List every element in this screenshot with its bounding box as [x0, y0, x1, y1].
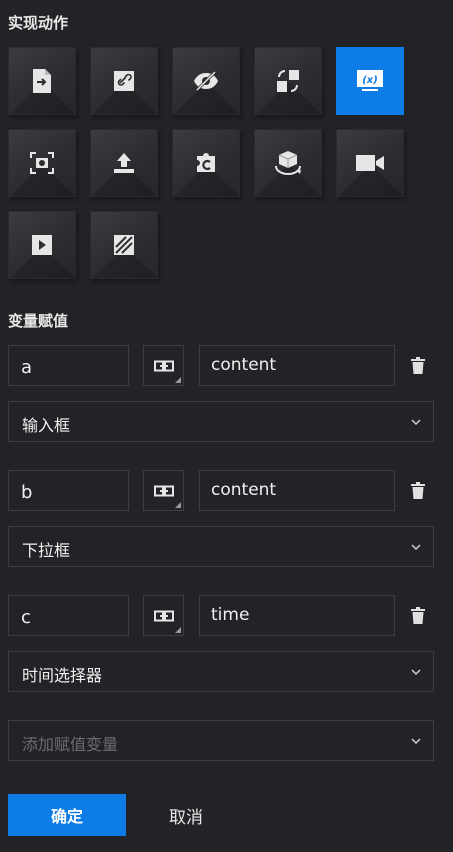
component-select-value: 时间选择器 — [22, 666, 103, 685]
page-jump-icon — [33, 69, 51, 93]
variable-name-input[interactable]: b — [8, 470, 129, 511]
chevron-down-icon — [411, 419, 421, 425]
screenshot-icon — [30, 152, 54, 174]
dropdown-corner-indicator — [175, 502, 181, 508]
plugin-icon — [197, 153, 215, 172]
variable-name-input[interactable]: c — [8, 595, 129, 636]
upload-action[interactable] — [90, 129, 158, 197]
bind-button[interactable] — [143, 470, 184, 511]
variable-action[interactable]: (x) — [336, 47, 404, 115]
link-binding-icon — [153, 485, 174, 496]
dropdown-corner-indicator — [175, 627, 181, 633]
component-select-value: 输入框 — [22, 416, 71, 435]
link-binding-icon — [153, 360, 174, 371]
variable-value-input[interactable]: time — [199, 595, 395, 636]
play-icon — [32, 235, 52, 255]
trash-icon[interactable] — [411, 357, 425, 374]
link-binding-icon — [153, 610, 174, 621]
video-action[interactable] — [336, 129, 404, 197]
add-variable-placeholder: 添加赋值变量 — [22, 735, 119, 754]
chevron-down-icon — [411, 669, 421, 675]
component-select-b[interactable]: 下拉框 — [8, 526, 434, 567]
texture-action[interactable] — [90, 211, 158, 279]
hide-action[interactable] — [172, 47, 240, 115]
cancel-button[interactable]: 取消 — [145, 794, 227, 836]
action-grid: (x) — [8, 47, 404, 279]
chevron-down-icon — [411, 738, 421, 744]
variable-value-input[interactable]: content — [199, 345, 395, 386]
rotate-3d-icon — [275, 151, 301, 176]
link-icon — [114, 71, 134, 91]
confirm-button[interactable]: 确定 — [8, 794, 126, 836]
trash-icon[interactable] — [411, 482, 425, 499]
component-select-a[interactable]: 输入框 — [8, 401, 434, 442]
actions-section-title: 实现动作 — [8, 14, 69, 32]
variable-name-input[interactable]: a — [8, 345, 129, 386]
eye-off-icon — [194, 70, 218, 92]
screenshot-action[interactable] — [8, 129, 76, 197]
svg-text:(x): (x) — [362, 75, 378, 86]
upload-icon — [114, 153, 134, 173]
texture-icon — [114, 235, 134, 255]
switch-action[interactable] — [254, 47, 322, 115]
bind-button[interactable] — [143, 595, 184, 636]
variables-section-title: 变量赋值 — [8, 312, 69, 330]
play-action[interactable] — [8, 211, 76, 279]
component-select-c[interactable]: 时间选择器 — [8, 651, 434, 692]
page-jump-action[interactable] — [8, 47, 76, 115]
switch-icon — [277, 70, 299, 92]
trash-icon[interactable] — [411, 607, 425, 624]
video-camera-icon — [356, 155, 384, 171]
rotate-3d-action[interactable] — [254, 129, 322, 197]
chevron-down-icon — [411, 544, 421, 550]
bind-button[interactable] — [143, 345, 184, 386]
variable-icon: (x) — [357, 70, 383, 91]
add-variable-select[interactable]: 添加赋值变量 — [8, 720, 434, 761]
component-select-value: 下拉框 — [22, 541, 71, 560]
plugin-action[interactable] — [172, 129, 240, 197]
dropdown-corner-indicator — [175, 377, 181, 383]
link-action[interactable] — [90, 47, 158, 115]
variable-value-input[interactable]: content — [199, 470, 395, 511]
